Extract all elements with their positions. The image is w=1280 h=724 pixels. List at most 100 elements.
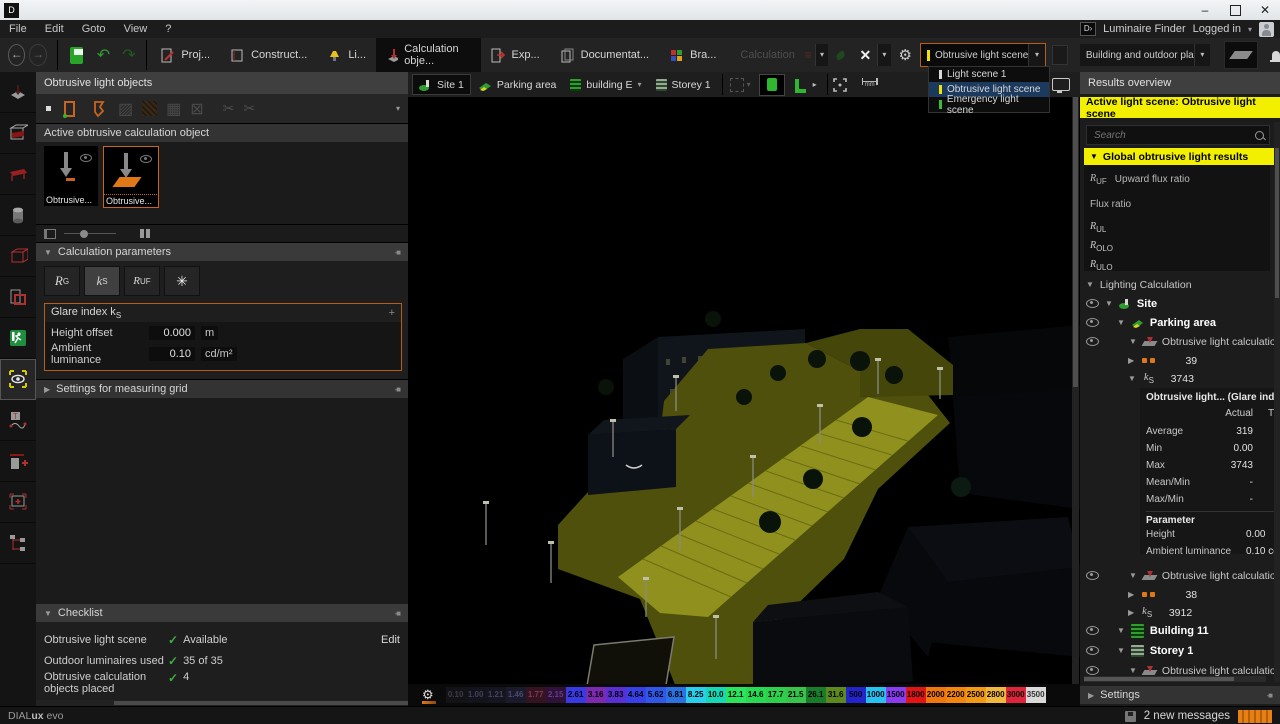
visibility-eye-icon[interactable]	[1086, 337, 1099, 346]
visibility-eye-icon[interactable]	[1086, 571, 1099, 580]
minimize-button[interactable]: –	[1190, 3, 1220, 17]
tree-obtrusive-surface-2[interactable]: ▼ Obtrusive light calculation su	[1080, 566, 1280, 585]
tree-surface1-ks-row[interactable]: ▼ kS 3743	[1080, 369, 1280, 388]
height-offset-input[interactable]: 0.000	[149, 326, 195, 340]
tree-parking-area[interactable]: ▼ Parking area	[1080, 313, 1280, 332]
pin-icon[interactable]: -■	[395, 609, 401, 618]
global-results-header[interactable]: ▼ Global obtrusive light results	[1084, 148, 1280, 165]
rail-cylinder-tool[interactable]	[0, 195, 36, 236]
tree-site[interactable]: ▼ Site	[1080, 294, 1280, 313]
tree-lighting-calculation[interactable]: ▼Lighting Calculation	[1080, 275, 1280, 294]
undo-icon[interactable]: ↶	[97, 45, 110, 65]
rail-surface-add-tool[interactable]	[0, 441, 36, 482]
settings-gear-icon[interactable]: ⚙	[899, 46, 912, 64]
collapse-icon[interactable]: ▼	[1090, 152, 1098, 161]
display-settings-icon[interactable]	[1052, 78, 1070, 91]
tree-surface1-glare-row[interactable]: ▶ 39	[1080, 351, 1280, 370]
rail-furniture-tool[interactable]	[0, 154, 36, 195]
view-caret[interactable]: ▸	[813, 80, 817, 89]
search-input[interactable]	[1092, 129, 1236, 142]
close-button[interactable]: ✕	[1250, 3, 1280, 17]
scale-settings-gear-icon[interactable]: ⚙	[422, 687, 434, 703]
checklist-edit-link[interactable]: Edit	[381, 634, 400, 646]
thumbnail-size-slider[interactable]	[64, 233, 116, 234]
breadcrumb-parking-area[interactable]: Parking area	[471, 74, 564, 95]
logged-in-caret-icon[interactable]: ▾	[1248, 25, 1252, 34]
rail-cutout-tool[interactable]	[0, 277, 36, 318]
rect-object-icon[interactable]	[60, 99, 80, 119]
results-search[interactable]	[1086, 125, 1270, 145]
polygon-object-icon[interactable]	[89, 99, 109, 119]
tree-surface2-ks-row[interactable]: ▶ kS 3912	[1080, 603, 1280, 622]
point-object-icon[interactable]	[46, 106, 51, 111]
menu-emergency-light-scene[interactable]: Emergency light scene	[929, 97, 1049, 112]
forward-button[interactable]: →	[29, 44, 46, 66]
rail-calculation-surface-tool[interactable]	[0, 72, 36, 113]
pin-icon[interactable]: -■	[1267, 691, 1273, 700]
menu-goto[interactable]: Goto	[73, 21, 115, 37]
menu-view[interactable]: View	[115, 21, 157, 37]
luminaire-finder-link[interactable]: Luminaire Finder	[1103, 23, 1186, 35]
tree-storey-1[interactable]: ▼ Storey 1	[1080, 641, 1280, 660]
tree-surface2-glare-row[interactable]: ▶ 38	[1080, 585, 1280, 604]
rail-region-add-tool[interactable]	[0, 482, 36, 523]
tab-documentation[interactable]: Documentat...	[550, 38, 659, 72]
cancel-caret[interactable]: ▾	[877, 44, 890, 66]
tab-light[interactable]: Li...	[317, 38, 376, 72]
breadcrumb-storey[interactable]: Storey 1	[649, 74, 718, 95]
measuring-grid-header[interactable]: ▶Settings for measuring grid -■	[36, 380, 408, 398]
visibility-eye-icon[interactable]	[1086, 626, 1099, 635]
3d-scene-viewport[interactable]	[408, 97, 1080, 684]
redo-icon[interactable]: ↷	[122, 45, 135, 65]
context-caret[interactable]: ▾	[1194, 44, 1210, 66]
menu-edit[interactable]: Edit	[36, 21, 73, 37]
messages-progress-badge[interactable]	[1238, 710, 1272, 723]
settings-header[interactable]: ▶Settings -■	[1080, 686, 1280, 704]
visibility-eye-icon[interactable]	[1086, 646, 1099, 655]
tab-calculation-objects[interactable]: Calculation obje...	[376, 38, 480, 72]
light-scene-dropdown[interactable]: Obtrusive light scene ▾	[920, 43, 1046, 67]
menu-light-scene-1[interactable]: Light scene 1	[929, 67, 1049, 82]
visibility-eye-icon[interactable]	[1086, 299, 1099, 308]
view-mode-active-button[interactable]	[759, 74, 785, 96]
building-caret[interactable]: ▾	[638, 80, 642, 89]
tab-project[interactable]: Proj...	[150, 38, 220, 72]
tree-building-11[interactable]: ▼ Building 11	[1080, 621, 1280, 640]
param-daylight-button[interactable]: ✳	[164, 266, 200, 296]
ambient-luminance-input[interactable]: 0.10	[149, 347, 195, 361]
messages-link[interactable]: 2 new messages	[1144, 710, 1230, 722]
avatar[interactable]	[1259, 22, 1274, 37]
back-button[interactable]: ←	[8, 44, 25, 66]
cancel-calculation-icon[interactable]: ✕	[859, 47, 871, 64]
tab-export[interactable]: Exp...	[481, 38, 550, 72]
tree-hscrollbar[interactable]	[1084, 676, 1266, 682]
add-parameter-icon[interactable]: +	[389, 307, 395, 319]
luminaire-quick-button[interactable]	[1224, 41, 1258, 69]
rail-escape-sign-tool[interactable]	[0, 318, 36, 359]
save-icon[interactable]	[70, 47, 83, 64]
toolbar-caret[interactable]: ▾	[396, 104, 400, 113]
light-scene-caret[interactable]: ▾	[1028, 44, 1045, 66]
planning-context-dropdown[interactable]: Building and outdoor pla... ▾	[1080, 44, 1210, 66]
param-ruf-button[interactable]: RUF	[124, 266, 160, 296]
checklist-header[interactable]: ▼Checklist -■	[36, 604, 408, 622]
menu-file[interactable]: File	[0, 21, 36, 37]
tab-brands[interactable]: Bra...	[659, 38, 726, 72]
visibility-eye-icon[interactable]	[1086, 666, 1099, 675]
param-rg-button[interactable]: RG	[44, 266, 80, 296]
obtrusive-object-thumbnail-1[interactable]: Obtrusive...	[44, 146, 98, 206]
param-ks-button[interactable]: kS	[84, 266, 120, 296]
menu-help[interactable]: ?	[156, 21, 180, 37]
tree-obtrusive-surface-1[interactable]: ▼ Obtrusive light calculation su	[1080, 332, 1280, 351]
obtrusive-object-thumbnail-2[interactable]: Obtrusive...	[103, 146, 159, 208]
rail-obtrusive-light-tool[interactable]	[0, 359, 36, 400]
viewport-vscrollbar[interactable]	[1072, 97, 1079, 684]
tab-construction[interactable]: Construct...	[220, 38, 317, 72]
rail-hierarchy-tool[interactable]	[0, 523, 36, 564]
notifications-bell-icon[interactable]	[1272, 51, 1280, 60]
plan-view-icon[interactable]	[793, 77, 809, 93]
results-vscrollbar[interactable]	[1274, 122, 1280, 682]
rail-room-tool[interactable]	[0, 113, 36, 154]
pin-icon[interactable]: -■	[395, 248, 401, 257]
maximize-button[interactable]	[1220, 5, 1250, 16]
